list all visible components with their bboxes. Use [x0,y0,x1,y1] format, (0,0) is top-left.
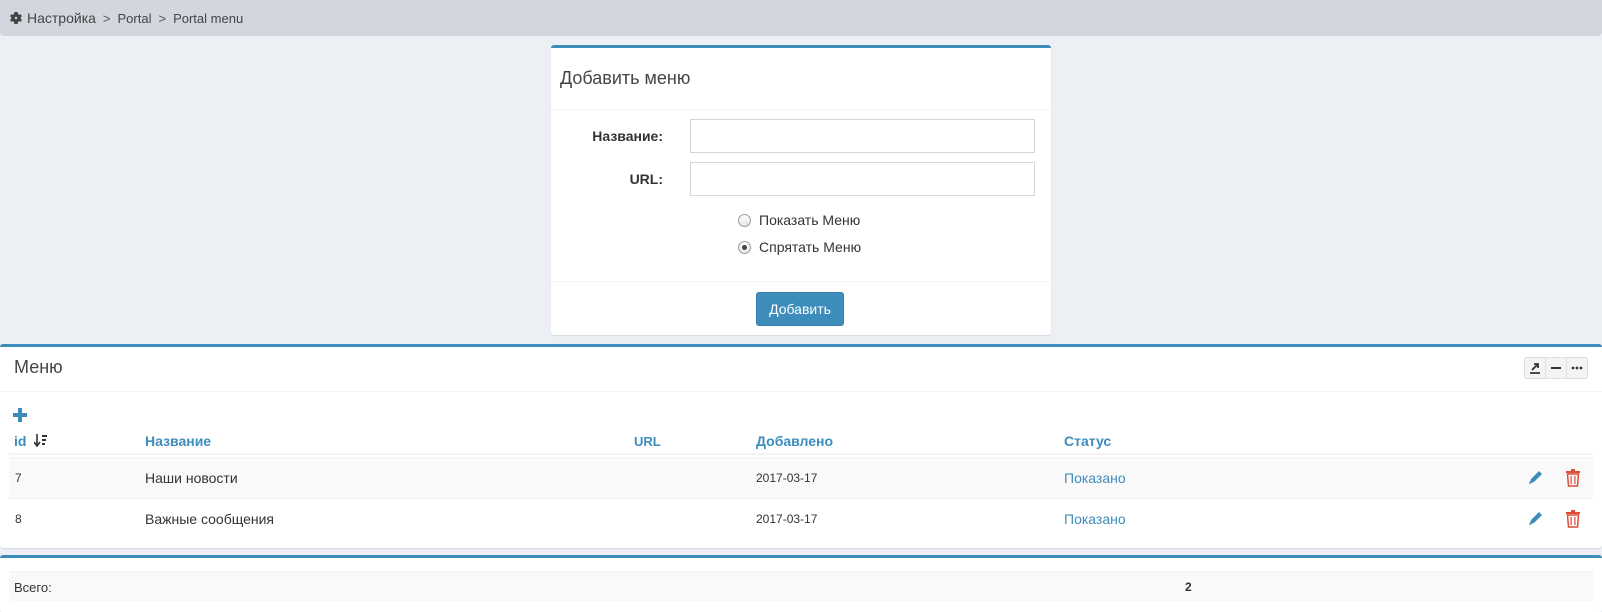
gear-icon [10,12,22,24]
more-icon[interactable] [1566,357,1588,379]
column-url[interactable]: URL [634,434,661,449]
add-menu-header: Добавить меню [551,48,1051,110]
radio-show-button[interactable] [738,213,751,227]
export-icon[interactable] [1524,357,1546,379]
menu-list-box: Меню id Название URL Добавлено Статус 7 … [0,344,1602,548]
table-row: 7 Наши новости 2017-03-17 Показано [9,457,1593,498]
cell-added: 2017-03-17 [756,471,818,485]
cell-id: 7 [15,471,22,485]
menu-list-title: Меню [14,357,63,377]
add-menu-box: Добавить меню Название: URL: Показать Ме… [551,45,1051,335]
totals-value: 2 [1185,580,1192,594]
column-name[interactable]: Название [145,433,211,449]
edit-icon[interactable] [1527,510,1543,528]
status-link[interactable]: Показано [1064,470,1126,486]
add-menu-footer: Добавить [551,281,1051,338]
cell-id: 8 [15,512,22,526]
sort-desc-icon[interactable] [34,434,48,448]
plus-icon[interactable] [13,408,27,422]
column-id[interactable]: id [14,433,48,449]
menu-list-header: Меню [0,347,1602,392]
breadcrumb-separator: > [158,10,167,26]
breadcrumb: Настройка > Portal > Portal menu [0,0,1602,36]
table-row: 8 Важные сообщения 2017-03-17 Показано [9,498,1593,539]
totals-row: Всего: 2 [9,571,1593,601]
table-header: id Название URL Добавлено Статус [9,431,1593,455]
delete-icon[interactable] [1565,510,1581,528]
breadcrumb-item-settings[interactable]: Настройка [27,10,96,26]
radio-show-label: Показать Меню [759,212,861,228]
url-input[interactable] [690,162,1035,196]
breadcrumb-item-portal[interactable]: Portal [118,11,152,26]
delete-icon[interactable] [1565,469,1581,487]
totals-label: Всего: [14,580,52,595]
column-added[interactable]: Добавлено [756,433,833,449]
name-form-row: Название: [551,119,1051,153]
cell-name: Важные сообщения [145,511,274,527]
radio-hide-menu[interactable]: Спрятать Меню [738,237,861,257]
add-menu-title: Добавить меню [560,68,691,88]
url-label: URL: [629,171,663,187]
name-label: Название: [592,128,663,144]
totals-box: Всего: 2 [0,555,1602,612]
name-input[interactable] [690,119,1035,153]
status-link[interactable]: Показано [1064,511,1126,527]
cell-added: 2017-03-17 [756,512,818,526]
radio-hide-label: Спрятать Меню [759,239,862,255]
breadcrumb-item-portal-menu: Portal menu [173,10,244,26]
radio-show-menu[interactable]: Показать Меню [738,210,860,230]
column-status[interactable]: Статус [1064,433,1111,449]
radio-hide-button[interactable] [738,240,751,254]
box-tools [1524,357,1588,379]
breadcrumb-separator: > [102,10,111,26]
collapse-icon[interactable] [1545,357,1567,379]
cell-name: Наши новости [145,470,238,486]
url-form-row: URL: [551,162,1051,196]
add-button[interactable]: Добавить [756,292,844,326]
column-id-label: id [14,433,27,449]
edit-icon[interactable] [1527,469,1543,487]
